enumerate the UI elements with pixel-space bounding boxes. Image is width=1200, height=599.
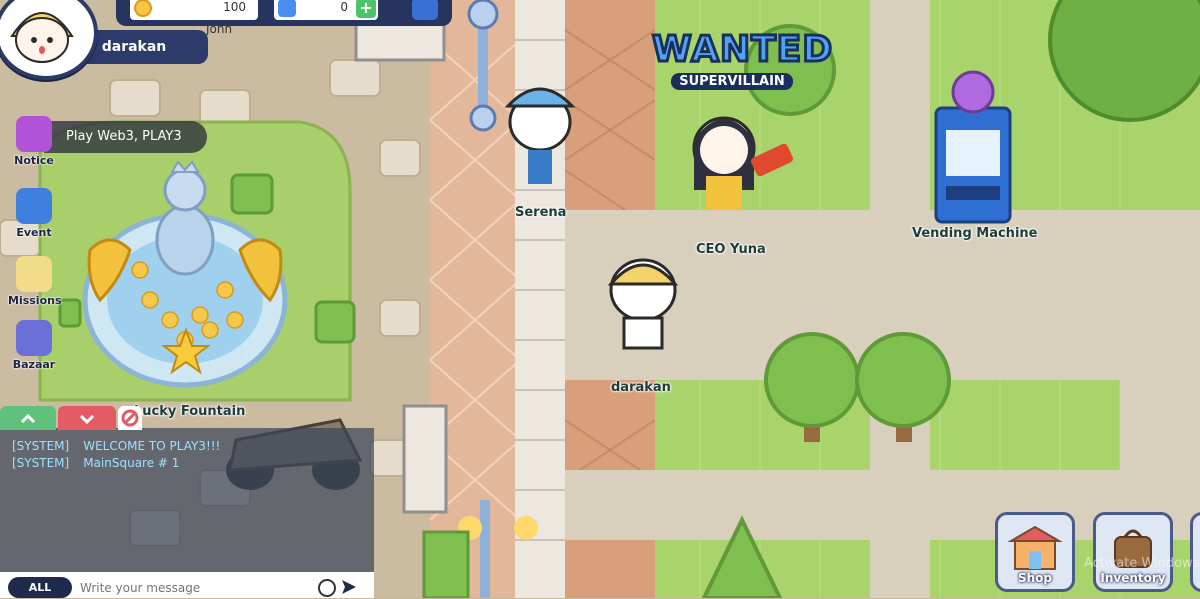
wanted-subtitle: SUPERVILLAIN xyxy=(671,73,793,90)
chat-message-input[interactable] xyxy=(78,577,312,599)
shop-button[interactable]: Shop xyxy=(995,512,1075,592)
wanted-sign[interactable]: WANTED SUPERVILLAIN xyxy=(651,28,834,90)
inventory-button[interactable]: Inventory xyxy=(1093,512,1173,592)
block-icon xyxy=(121,409,139,427)
extra-button-edge[interactable] xyxy=(1190,512,1200,592)
npc-label-ceo-yuna[interactable]: CEO Yuna xyxy=(696,242,766,257)
menu-missions[interactable]: Missions xyxy=(8,256,62,307)
coin-counter: 100 xyxy=(130,0,258,20)
chevron-down-icon xyxy=(79,414,95,425)
scroll-icon xyxy=(16,256,52,292)
menu-event-label: Event xyxy=(16,226,52,239)
chat-block-button[interactable] xyxy=(118,406,142,430)
gem-icon xyxy=(278,0,296,17)
chat-channel-button[interactable]: ALL xyxy=(8,577,72,598)
chat-line: [SYSTEM] MainSquare # 1 xyxy=(12,456,179,470)
notice-banner[interactable]: Play Web3, PLAY3 xyxy=(44,121,207,153)
player-label: darakan xyxy=(611,380,671,395)
coin-value: 100 xyxy=(223,0,246,14)
menu-bazaar[interactable]: Bazaar xyxy=(8,320,60,371)
menu-bazaar-label: Bazaar xyxy=(12,358,56,371)
menu-event[interactable]: Event xyxy=(8,188,60,239)
calendar-icon xyxy=(16,188,52,224)
menu-notice[interactable]: Notice xyxy=(8,116,60,167)
chat-collapse-button[interactable] xyxy=(58,406,116,430)
bazaar-icon xyxy=(16,320,52,356)
chat-line: [SYSTEM] WELCOME TO PLAY3!!! xyxy=(12,439,220,453)
os-watermark: Activate Windows xyxy=(1084,556,1200,571)
gem-counter: 0 + xyxy=(274,0,378,20)
add-gems-button[interactable]: + xyxy=(356,0,376,18)
wallet-icon[interactable] xyxy=(412,0,438,20)
chat-tag: [SYSTEM] xyxy=(12,456,70,470)
menu-missions-label: Missions xyxy=(8,294,62,307)
gem-value: 0 xyxy=(340,0,348,14)
chat-message: MainSquare # 1 xyxy=(83,456,180,470)
avatar-face-icon xyxy=(10,12,74,63)
megaphone-icon xyxy=(16,116,52,152)
chat-message: WELCOME TO PLAY3!!! xyxy=(83,439,221,453)
send-icon[interactable] xyxy=(340,578,358,596)
chat-expand-button[interactable] xyxy=(0,406,56,430)
emoji-icon[interactable] xyxy=(318,579,336,597)
npc-label-serena[interactable]: Serena xyxy=(515,205,566,220)
vending-machine-label[interactable]: Vending Machine xyxy=(912,226,1037,241)
menu-notice-label: Notice xyxy=(14,154,54,167)
fountain-label[interactable]: Lucky Fountain xyxy=(134,404,245,419)
chat-tag: [SYSTEM] xyxy=(12,439,70,453)
shop-label: Shop xyxy=(1017,571,1053,585)
inventory-label: Inventory xyxy=(1100,571,1166,585)
chevron-up-icon xyxy=(20,413,36,424)
shop-icon xyxy=(1007,525,1063,570)
coin-icon xyxy=(134,0,152,17)
wanted-title: WANTED xyxy=(651,28,834,71)
